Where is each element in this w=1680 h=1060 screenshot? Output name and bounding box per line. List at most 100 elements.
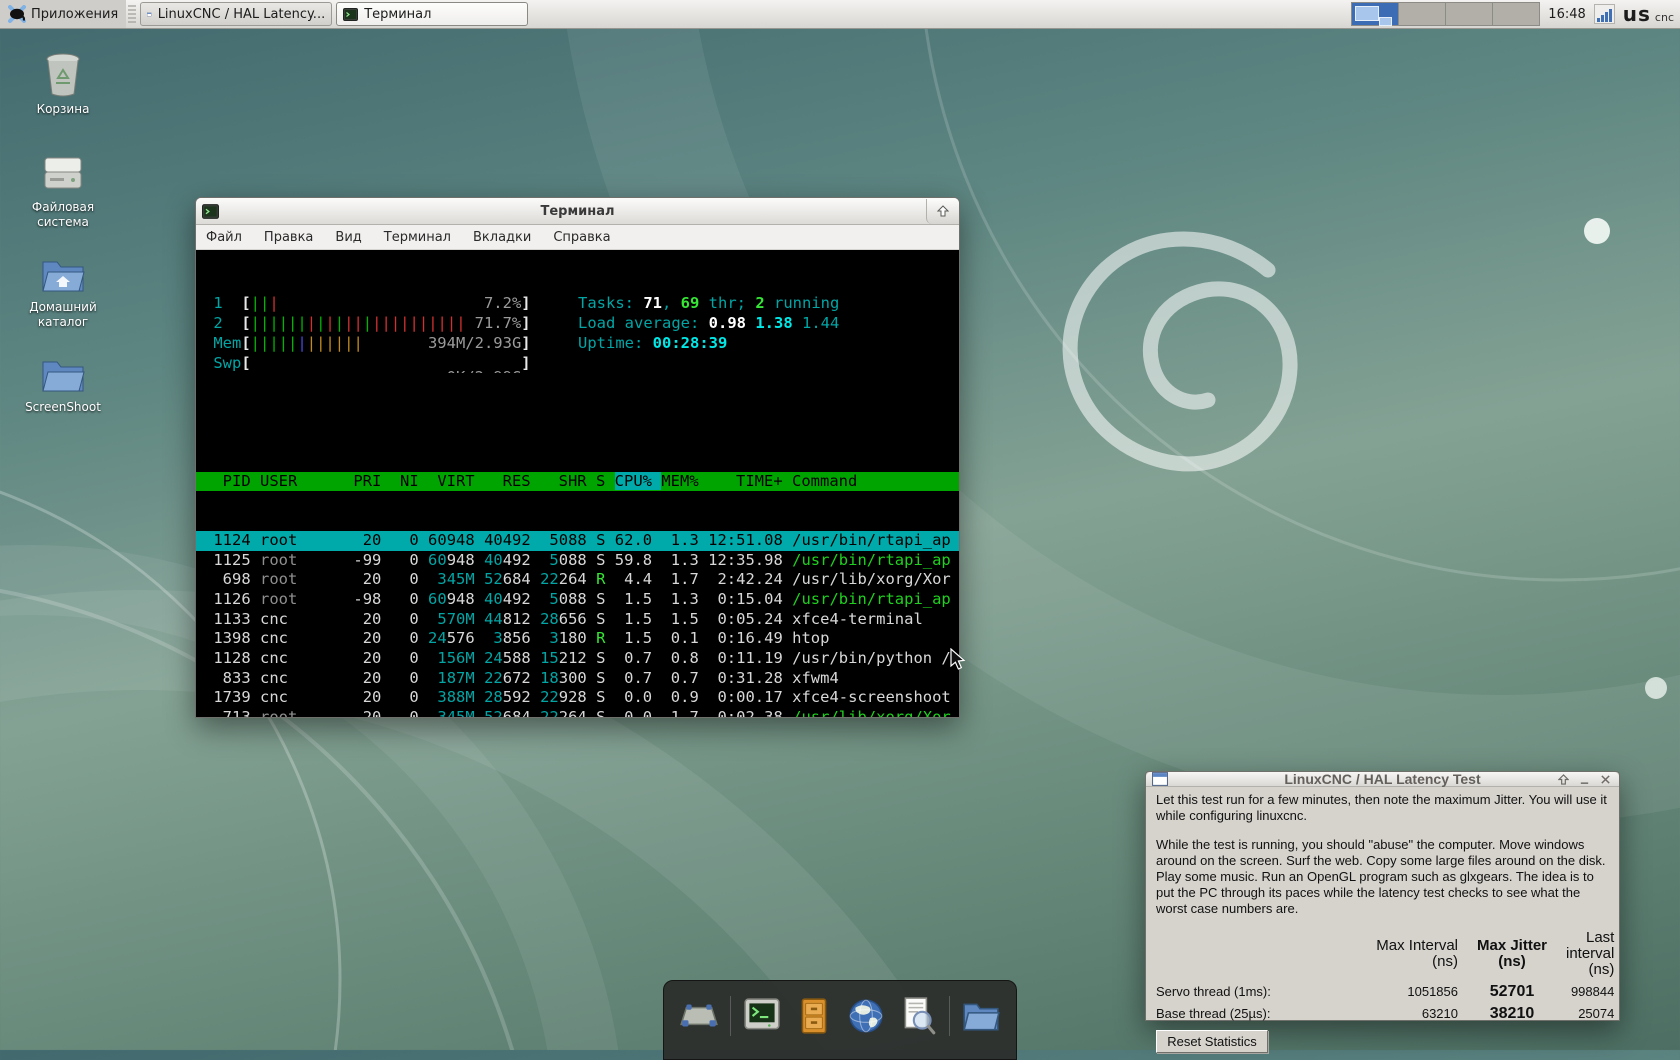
col-last-interval: Last interval (ns)	[1566, 929, 1615, 978]
menu-вкладки[interactable]: Вкладки	[473, 230, 531, 245]
menu-правка[interactable]: Правка	[264, 230, 313, 245]
latency-body: Let this test run for a few minutes, the…	[1146, 787, 1619, 1059]
shade-button[interactable]	[926, 198, 959, 224]
servo-max-jitter: 52701	[1489, 983, 1535, 1000]
meter-swp: Swp[0K/2.99G]	[204, 353, 531, 374]
latency-test-window: LinuxCNC / HAL Latency Test Let this tes…	[1145, 771, 1620, 1053]
htop-table-header[interactable]: PID USER PRI NI VIRT RES SHR S CPU% MEM%…	[196, 471, 959, 492]
top-panel: Приложения LinuxCNC / HAL Latency... Тер…	[0, 0, 1680, 29]
terminal-titlebar[interactable]: Терминал	[196, 198, 959, 225]
meter-1: 1 [||| 7.2%]	[204, 294, 531, 313]
htop-summary: Tasks: 71, 69 thr; 2 running Load average…	[578, 294, 840, 352]
desktop-icon-label: Файловая система	[31, 200, 95, 229]
workspace-3[interactable]	[1446, 3, 1494, 25]
latency-stats-table: Max Interval (ns) Max Jitter (ns) Last i…	[1156, 930, 1614, 1022]
column-res: RES	[483, 471, 540, 490]
dock-terminal-icon[interactable]	[741, 995, 783, 1037]
dock-app-finder-icon[interactable]	[897, 995, 939, 1037]
latency-titlebar[interactable]: LinuxCNC / HAL Latency Test	[1146, 771, 1619, 787]
window-icon	[1152, 772, 1168, 786]
terminal-icon	[202, 203, 219, 219]
folder-icon	[42, 361, 85, 392]
column-user: USER	[260, 471, 354, 490]
process-row-1126[interactable]: 1126 root -98 0 60948 40492 5088 S 1.5 1…	[204, 590, 959, 610]
taskbar-item-terminal[interactable]: Терминал	[336, 2, 529, 26]
desktop-icon-label: ScreenShoot	[25, 400, 101, 414]
process-row-698[interactable]: 698 root 20 0 345M 52684 22264 R 4.4 1.7…	[204, 570, 959, 590]
column-pri: PRI	[353, 471, 391, 490]
process-row-1125[interactable]: 1125 root -99 0 60948 40492 5088 S 59.8 …	[204, 551, 959, 571]
home-folder-icon	[42, 261, 85, 292]
servo-max-interval: 1051856	[1407, 984, 1458, 999]
desktop-icon-trash[interactable]: Корзина	[15, 50, 111, 117]
column-virt: VIRT	[427, 471, 484, 490]
menu-файл[interactable]: Файл	[206, 230, 242, 245]
latency-instructions-2: While the test is running, you should "a…	[1156, 837, 1606, 916]
htop-cpu-memory-meters: 1 [||| 7.2%] 2 [||||||||||||||||||||||| 71…	[204, 294, 554, 373]
servo-last-interval: 998844	[1570, 984, 1615, 999]
dock-file-manager-icon[interactable]	[793, 995, 835, 1037]
dock-separator	[730, 996, 731, 1036]
keyboard-layout-code: us	[1622, 2, 1651, 26]
column-ni: NI	[390, 471, 428, 490]
column-shr: SHR	[539, 471, 596, 490]
process-row-833[interactable]: 833 cnc 20 0 187M 22672 18300 S 0.7 0.7 …	[204, 669, 959, 689]
trash-icon	[46, 53, 80, 97]
applications-menu-label: Приложения	[31, 6, 119, 22]
menu-вид[interactable]: Вид	[335, 230, 361, 245]
base-max-jitter: 38210	[1489, 1005, 1535, 1022]
panel-clock: 16:48	[1548, 6, 1586, 22]
minimize-button[interactable]	[1579, 774, 1590, 785]
column-command: Command	[792, 471, 867, 490]
desktop-icon-home[interactable]: Домашний каталог	[15, 252, 111, 330]
process-row-1398[interactable]: 1398 cnc 20 0 24576 3856 3180 R 1.5 0.1 …	[204, 629, 959, 649]
drive-icon	[44, 157, 82, 189]
latency-instructions-1: Let this test run for a few minutes, the…	[1156, 792, 1607, 823]
desktop-icon-filesystem[interactable]: Файловая система	[15, 152, 111, 230]
servo-thread-label: Servo thread (1ms):	[1156, 984, 1271, 999]
taskbar-item-label: LinuxCNC / HAL Latency...	[157, 6, 326, 22]
terminal-window: Терминал Файл Правка Вид Терминал Вкладки Спр…	[195, 197, 960, 718]
column-cpu: CPU%	[614, 471, 662, 490]
workspace-switcher	[1351, 2, 1541, 26]
xfce-mouse-icon	[8, 5, 26, 23]
dock-folder-icon[interactable]	[960, 995, 1002, 1037]
column-mem: MEM%	[661, 471, 708, 490]
bottom-dock	[663, 980, 1017, 1060]
window-icon	[147, 12, 152, 16]
process-row-713[interactable]: 713 root 20 0 345M 52684 22264 S 0.0 1.7…	[204, 708, 959, 717]
terminal-screen: 1 [||| 7.2%] 2 [||||||||||||||||||||||| 71…	[196, 250, 959, 717]
keyboard-layout-variant: cnc	[1654, 11, 1674, 24]
window-title: LinuxCNC / HAL Latency Test	[1284, 771, 1481, 787]
menu-терминал[interactable]: Терминал	[384, 230, 451, 245]
dock-show-desktop-icon[interactable]	[678, 995, 720, 1037]
menu-справка[interactable]: Справка	[553, 230, 610, 245]
column-time: TIME+	[708, 471, 792, 490]
workspace-1[interactable]	[1352, 3, 1400, 26]
base-max-interval: 63210	[1421, 1006, 1458, 1021]
process-row-1128[interactable]: 1128 cnc 20 0 156M 24588 15212 S 0.7 0.8…	[204, 649, 959, 669]
system-monitor-icon[interactable]	[1593, 4, 1615, 24]
panel-handle	[128, 5, 137, 23]
applications-menu-button[interactable]: Приложения	[0, 0, 127, 28]
workspace-2[interactable]	[1399, 3, 1447, 25]
workspace-4[interactable]	[1493, 3, 1540, 25]
keyboard-layout-indicator[interactable]: us cnc	[1623, 4, 1674, 24]
taskbar-item-linuxcnc[interactable]: LinuxCNC / HAL Latency...	[140, 2, 333, 26]
column-pid: PID	[204, 471, 260, 490]
desktop-icon-screenshoot[interactable]: ScreenShoot	[15, 352, 111, 415]
arrow-up-icon	[937, 205, 949, 217]
meter-2: 2 [||||||||||||||||||||||| 71.7%]	[204, 314, 531, 333]
close-button[interactable]	[1600, 774, 1611, 785]
desktop-icon-label: Домашний каталог	[29, 300, 97, 329]
column-s: S	[595, 471, 615, 490]
process-row-1133[interactable]: 1133 cnc 20 0 570M 44812 28656 S 1.5 1.5…	[204, 610, 959, 630]
shade-button[interactable]	[1558, 773, 1569, 785]
process-row-1124[interactable]: 1124 root 20 0 60948 40492 5088 S 62.0 1…	[196, 530, 959, 551]
meter-mem: Mem[|||||||||||| 394M/2.93G]	[204, 333, 531, 352]
dock-separator	[949, 996, 950, 1036]
col-max-jitter: Max Jitter (ns)	[1476, 937, 1548, 970]
dock-web-browser-icon[interactable]	[845, 995, 887, 1037]
process-row-1739[interactable]: 1739 cnc 20 0 388M 28592 22928 S 0.0 0.9…	[204, 688, 959, 708]
base-last-interval: 25074	[1578, 1006, 1615, 1021]
